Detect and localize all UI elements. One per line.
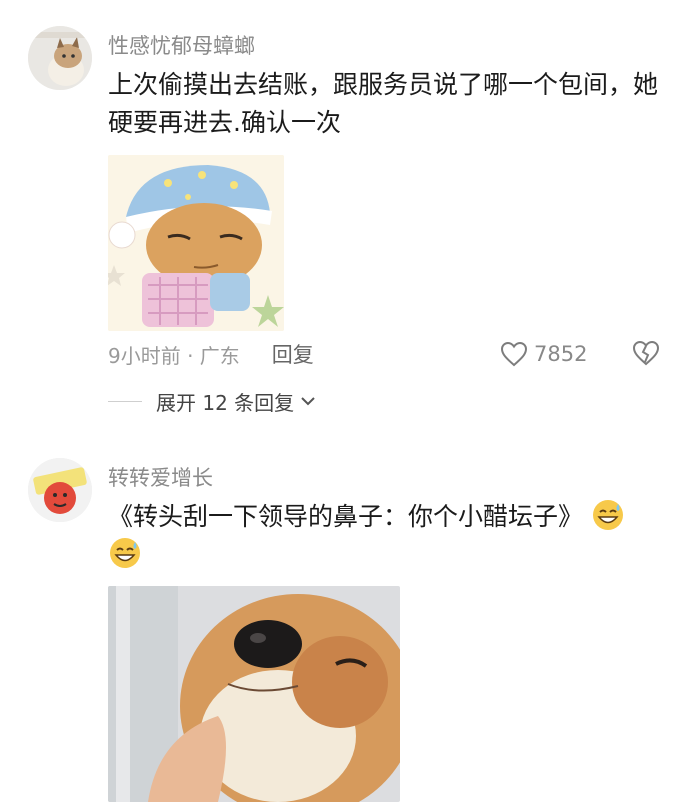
sleepy-boy-sticker-image	[108, 155, 284, 331]
expand-replies[interactable]: 展开 12 条回复	[108, 386, 316, 416]
heart-outline-icon	[500, 341, 528, 367]
avatar[interactable]	[28, 26, 92, 90]
comment-text: 上次偷摸出去结账，跟服务员说了哪一个包间，她硬要再进去.确认一次	[108, 70, 659, 137]
reply-button[interactable]: 回复	[272, 339, 314, 369]
comment-feed: 性感忧郁母蟑螂 上次偷摸出去结账，跟服务员说了哪一个包间，她硬要再进去.确认一次	[0, 0, 690, 802]
comment-text: 《转头刮一下领导的鼻子：你个小醋坛子》	[108, 498, 668, 574]
username[interactable]: 转转爱增长	[108, 462, 213, 492]
time-location: 9小时前 · 广东	[108, 343, 240, 368]
like-button[interactable]: 7852	[500, 338, 587, 370]
divider	[108, 400, 142, 402]
shiba-dog-photo	[108, 586, 400, 802]
comment-meta: 9小时前 · 广东 回复 7852	[108, 338, 668, 370]
chevron-down-icon	[301, 397, 315, 406]
expand-replies-label: 展开 12 条回复	[156, 390, 295, 415]
like-count: 7852	[534, 342, 588, 366]
comment-image[interactable]	[108, 155, 284, 331]
avatar[interactable]	[28, 458, 92, 522]
grinning-sweat-emoji	[592, 500, 623, 530]
username[interactable]: 性感忧郁母蟑螂	[108, 30, 255, 60]
broken-heart-icon[interactable]	[632, 340, 660, 371]
grinning-sweat-emoji	[110, 538, 140, 568]
comment-text-body: 《转头刮一下领导的鼻子：你个小醋坛子》	[108, 502, 584, 531]
comment-image[interactable]	[108, 586, 400, 802]
